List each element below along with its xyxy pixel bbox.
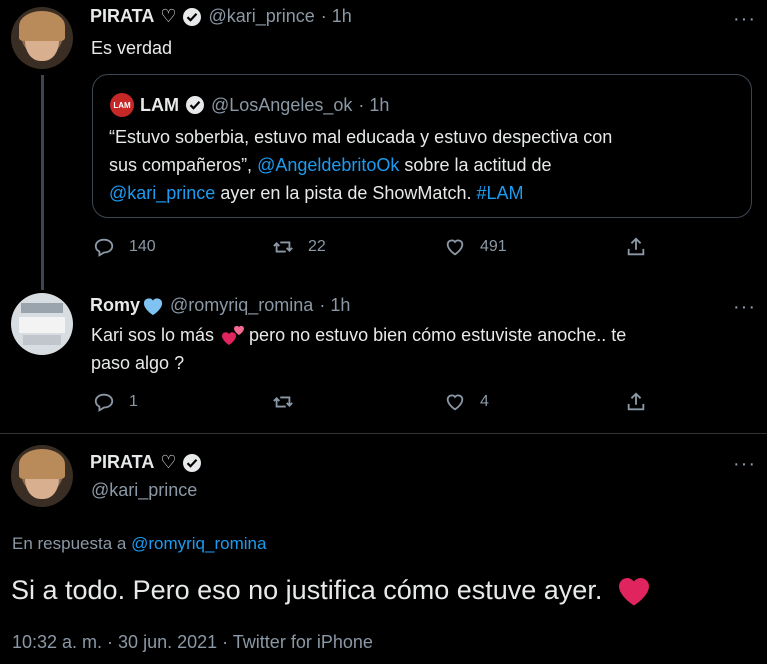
- reply-button[interactable]: 1: [93, 391, 138, 413]
- two-hearts-icon: [222, 325, 245, 345]
- like-button[interactable]: 4: [444, 391, 489, 413]
- share-button[interactable]: [625, 391, 647, 413]
- blue-heart-icon: [143, 297, 163, 315]
- reply-context-label: En respuesta a: [12, 534, 132, 553]
- quote-text-segment: ayer en la pista de ShowMatch.: [215, 183, 477, 203]
- handle[interactable]: @kari_prince: [91, 480, 197, 501]
- share-icon: [627, 237, 645, 256]
- verified-badge-icon: [183, 453, 202, 472]
- tweet-line-1: Kari sos lo más pero no estuvo bien cómo…: [91, 321, 741, 349]
- share-button[interactable]: [625, 236, 647, 258]
- quote-tweet[interactable]: LAM LAM @LosAngeles_ok · 1h “Estuvo sobe…: [92, 74, 752, 218]
- hashtag-link[interactable]: #LAM: [476, 183, 523, 203]
- display-name[interactable]: Romy: [90, 295, 140, 316]
- quote-avatar: LAM: [110, 93, 134, 117]
- tweet-text-segment: pero no estuvo bien cómo estuviste anoch…: [249, 325, 627, 345]
- quote-header: LAM LAM @LosAngeles_ok · 1h: [110, 93, 389, 117]
- avatar[interactable]: [11, 445, 73, 507]
- reply-to-mention[interactable]: @romyriq_romina: [131, 534, 266, 553]
- reply-icon: [94, 238, 114, 257]
- display-name[interactable]: PIRATA: [90, 6, 154, 27]
- verified-badge-icon: [186, 96, 204, 114]
- like-count: 4: [480, 393, 489, 410]
- reply-icon: [94, 393, 114, 412]
- more-options-icon[interactable]: ···: [733, 453, 756, 476]
- tweet-text-segment: Kari sos lo más: [91, 325, 220, 345]
- tweet-text: Es verdad: [91, 38, 173, 58]
- divider: [0, 433, 767, 434]
- handle[interactable]: @kari_prince: [208, 6, 314, 27]
- retweet-icon: [273, 241, 293, 253]
- mention-link[interactable]: @kari_prince: [109, 183, 215, 203]
- heart-icon: [446, 239, 464, 256]
- quote-line-1: “Estuvo soberbia, estuvo mal educada y e…: [109, 127, 613, 147]
- reply-context: En respuesta a @romyriq_romina: [12, 534, 266, 554]
- red-heart-icon: [619, 577, 650, 606]
- quote-display-name: LAM: [140, 94, 179, 115]
- display-name[interactable]: PIRATA: [90, 452, 154, 473]
- reply-button[interactable]: 140: [93, 236, 156, 258]
- more-options-icon[interactable]: ···: [733, 296, 756, 319]
- reply-count: 1: [129, 393, 138, 410]
- retweet-count: 22: [308, 238, 326, 255]
- quote-line-3: @kari_prince ayer en la pista de ShowMat…: [109, 179, 739, 207]
- avatar[interactable]: [11, 293, 73, 355]
- tweet-line-2: paso algo ?: [91, 353, 185, 373]
- like-button[interactable]: 491: [444, 236, 507, 258]
- quote-text-segment: sobre la actitud de: [399, 155, 552, 175]
- tweet-header: PIRATA ♡: [90, 452, 202, 473]
- main-tweet-text: Si a todo. Pero eso no justifica cómo es…: [11, 574, 652, 607]
- heart-outline-icon: ♡: [160, 452, 177, 472]
- main-tweet-text-content: Si a todo. Pero eso no justifica cómo es…: [11, 575, 603, 605]
- retweet-button[interactable]: [272, 391, 294, 413]
- thread-line: [41, 75, 44, 290]
- quote-line-2: sus compañeros”, @AngeldebritoOk sobre l…: [109, 151, 739, 179]
- verified-badge-icon: [183, 7, 202, 26]
- tweet-header: PIRATA ♡ @kari_prince · 1h: [90, 6, 352, 27]
- quote-avatar-label: LAM: [113, 100, 131, 110]
- quote-text: “Estuvo soberbia, estuvo mal educada y e…: [109, 123, 739, 207]
- quote-timestamp: · 1h: [358, 94, 390, 115]
- quote-handle: @LosAngeles_ok: [211, 94, 353, 115]
- handle[interactable]: @romyriq_romina: [170, 295, 313, 316]
- retweet-icon: [273, 396, 293, 408]
- quote-text-segment: sus compañeros”,: [109, 155, 258, 175]
- timestamp[interactable]: · 1h: [319, 295, 350, 316]
- like-count: 491: [480, 238, 507, 255]
- tweet-text: Kari sos lo más pero no estuvo bien cómo…: [91, 321, 741, 377]
- heart-icon: [446, 394, 464, 411]
- heart-outline-icon: ♡: [160, 6, 177, 26]
- share-icon: [627, 392, 645, 411]
- reply-count: 140: [129, 238, 156, 255]
- more-options-icon[interactable]: ···: [733, 8, 756, 31]
- timestamp[interactable]: · 1h: [321, 6, 352, 27]
- mention-link[interactable]: @AngeldebritoOk: [257, 155, 399, 175]
- tweet-header: Romy @romyriq_romina · 1h: [90, 295, 350, 316]
- avatar[interactable]: [11, 7, 73, 69]
- retweet-button[interactable]: 22: [272, 236, 326, 258]
- tweet-meta[interactable]: 10:32 a. m. · 30 jun. 2021 · Twitter for…: [12, 632, 373, 653]
